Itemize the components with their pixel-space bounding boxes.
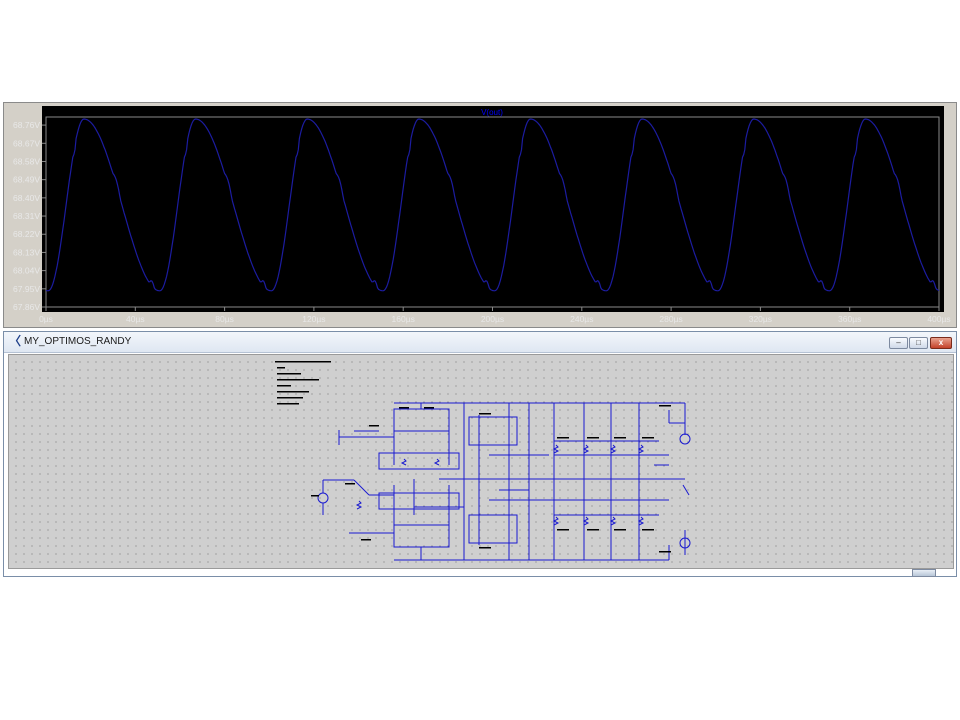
- maximize-button[interactable]: □: [909, 337, 928, 349]
- y-tick-label: 68.58V: [13, 156, 40, 166]
- close-button[interactable]: x: [930, 337, 952, 349]
- y-tick-label: 67.86V: [13, 302, 40, 312]
- trace-label[interactable]: V(out): [481, 108, 503, 117]
- y-tick-label: 68.04V: [13, 266, 40, 276]
- x-tick-label: 320µs: [749, 314, 772, 324]
- x-tick-label: 400µs: [927, 314, 950, 324]
- y-tick-label: 68.76V: [13, 120, 40, 130]
- amplifier-circuit[interactable]: [317, 402, 691, 561]
- x-tick-label: 120µs: [302, 314, 325, 324]
- y-tick-label: 68.13V: [13, 247, 40, 257]
- x-tick-label: 160µs: [392, 314, 415, 324]
- x-tick-label: 80µs: [215, 314, 234, 324]
- y-tick-label: 68.22V: [13, 229, 40, 239]
- horizontal-scrollbar-thumb[interactable]: [912, 569, 936, 577]
- spice-directives[interactable]: [275, 361, 331, 405]
- schematic-window: 〈 MY_OPTIMOS_RANDY – □ x: [3, 331, 957, 577]
- waveform-window: V(out) 68.76V 68.67V 68.58V 68.49V 68.40V 68.…: [3, 102, 957, 328]
- schematic-canvas[interactable]: [8, 354, 954, 569]
- x-tick-label: 200µs: [481, 314, 504, 324]
- y-tick-label: 68.31V: [13, 211, 40, 221]
- minimize-button[interactable]: –: [889, 337, 908, 349]
- x-tick-label: 40µs: [126, 314, 145, 324]
- x-tick-label: 360µs: [838, 314, 861, 324]
- y-tick-label: 68.40V: [13, 193, 40, 203]
- ltspice-icon: 〈: [9, 334, 22, 348]
- waveform-plot[interactable]: V(out) 68.76V 68.67V 68.58V 68.49V 68.40V 68.…: [4, 103, 956, 327]
- resistors: [355, 444, 645, 526]
- y-tick-label: 68.67V: [13, 138, 40, 148]
- schematic-titlebar[interactable]: 〈 MY_OPTIMOS_RANDY – □ x: [4, 332, 956, 353]
- x-tick-label: 280µs: [659, 314, 682, 324]
- y-tick-label: 67.95V: [13, 284, 40, 294]
- window-title: MY_OPTIMOS_RANDY: [24, 336, 132, 347]
- x-tick-label: 0µs: [39, 314, 53, 324]
- schematic-drawing: [275, 361, 691, 561]
- y-tick-label: 68.49V: [13, 175, 40, 185]
- x-tick-label: 240µs: [570, 314, 593, 324]
